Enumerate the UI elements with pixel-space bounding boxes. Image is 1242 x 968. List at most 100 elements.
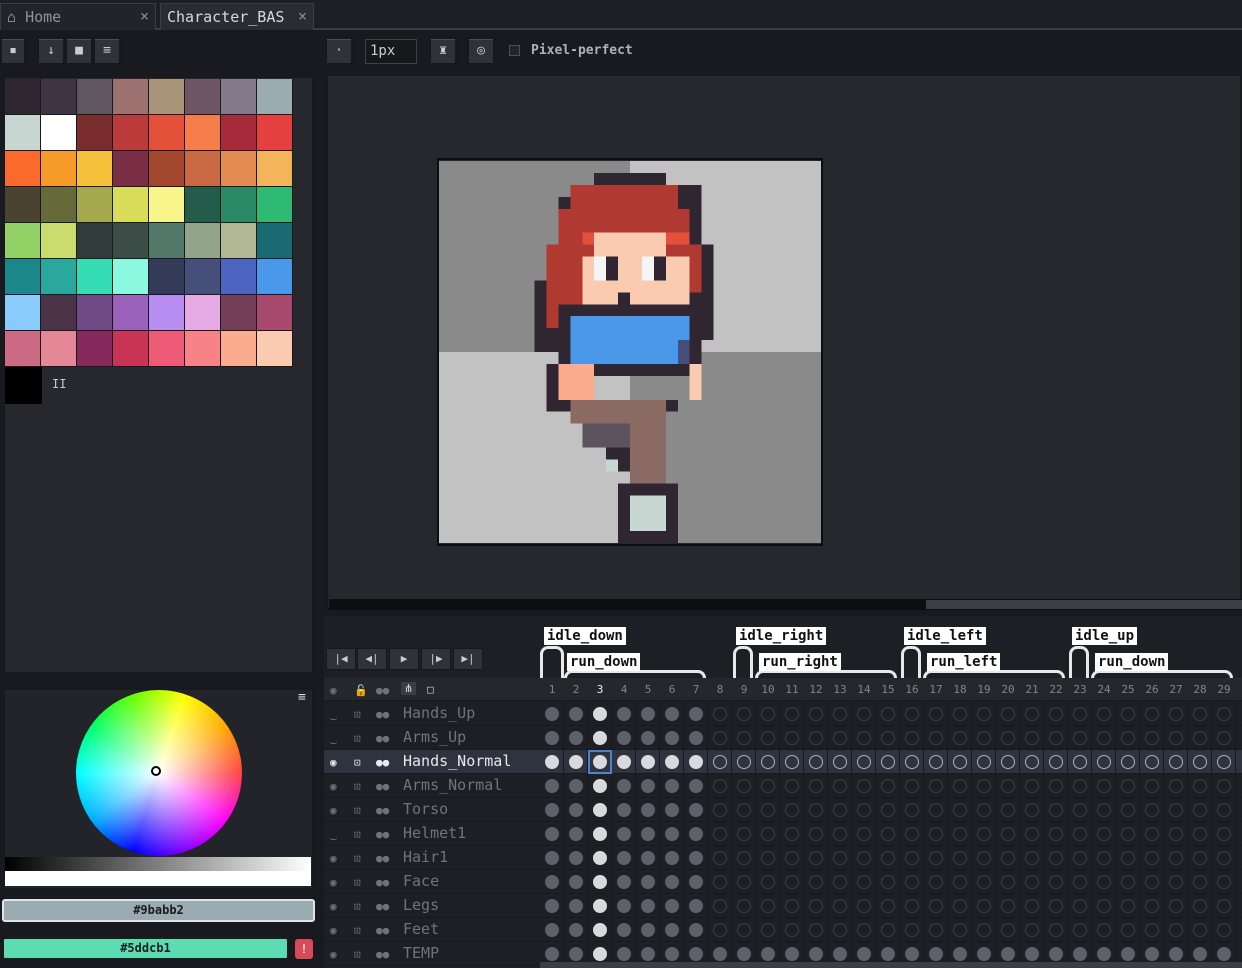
continuous-icon[interactable]: ●●: [376, 948, 389, 961]
palette-file-button[interactable]: ■: [65, 37, 93, 65]
palette-swatch[interactable]: [41, 151, 77, 187]
cel[interactable]: [1188, 846, 1212, 870]
layer-name[interactable]: TEMP: [403, 944, 439, 962]
cel[interactable]: [1092, 726, 1116, 750]
cel[interactable]: [1164, 726, 1188, 750]
cel[interactable]: [972, 870, 996, 894]
tag-run-down[interactable]: run_down: [567, 653, 641, 671]
palette-swatch[interactable]: [77, 115, 113, 151]
cel[interactable]: [612, 870, 636, 894]
cel[interactable]: [612, 726, 636, 750]
frame-number[interactable]: 16: [900, 683, 924, 696]
lock-header-icon[interactable]: 🔓: [354, 684, 368, 697]
value-slider[interactable]: [5, 857, 311, 871]
cel[interactable]: [876, 822, 900, 846]
frame-number[interactable]: 13: [828, 683, 852, 696]
cel[interactable]: [1164, 822, 1188, 846]
palette-swatch[interactable]: [257, 259, 293, 295]
cel[interactable]: [660, 702, 684, 726]
cel[interactable]: [1068, 726, 1092, 750]
cel[interactable]: [996, 726, 1020, 750]
cel[interactable]: [1140, 774, 1164, 798]
cel[interactable]: [612, 846, 636, 870]
cel[interactable]: [1068, 750, 1092, 774]
layer-name[interactable]: Torso: [403, 800, 448, 818]
first-frame-button[interactable]: |◀: [326, 648, 356, 670]
cel[interactable]: [684, 846, 708, 870]
cel[interactable]: [900, 870, 924, 894]
cel[interactable]: [636, 822, 660, 846]
cel[interactable]: [948, 702, 972, 726]
tag-run-right[interactable]: run_right: [759, 653, 841, 671]
palette-swatch[interactable]: [149, 223, 185, 259]
frame-number[interactable]: 19: [972, 683, 996, 696]
cel[interactable]: [708, 798, 732, 822]
palette-swatch[interactable]: [113, 187, 149, 223]
palette-swatch[interactable]: [185, 187, 221, 223]
palette-swatch[interactable]: [41, 259, 77, 295]
eye-icon[interactable]: ◉: [330, 924, 337, 937]
cel[interactable]: [828, 774, 852, 798]
palette-swatch[interactable]: [5, 223, 41, 259]
cel[interactable]: [1020, 846, 1044, 870]
cel[interactable]: [996, 870, 1020, 894]
lock-icon[interactable]: ⊡: [354, 732, 361, 745]
palette-menu-button[interactable]: ≡: [93, 37, 121, 65]
cel[interactable]: [660, 918, 684, 942]
cel[interactable]: [708, 702, 732, 726]
palette-swatch[interactable]: [41, 295, 77, 331]
cel[interactable]: [900, 918, 924, 942]
cel[interactable]: [900, 750, 924, 774]
cel[interactable]: [588, 750, 612, 774]
palette-swatch[interactable]: [221, 331, 257, 367]
cel[interactable]: [1116, 870, 1140, 894]
palette-swatch[interactable]: [113, 223, 149, 259]
cel[interactable]: [1092, 894, 1116, 918]
cel[interactable]: [1212, 822, 1236, 846]
cel[interactable]: [708, 774, 732, 798]
cel[interactable]: [876, 750, 900, 774]
cel[interactable]: [636, 870, 660, 894]
cel[interactable]: [1212, 726, 1236, 750]
lock-icon[interactable]: ⊡: [354, 756, 361, 769]
cel[interactable]: [684, 774, 708, 798]
cel[interactable]: [1020, 894, 1044, 918]
cel[interactable]: [852, 750, 876, 774]
lock-icon[interactable]: ⊡: [354, 900, 361, 913]
cel[interactable]: [1116, 894, 1140, 918]
cel[interactable]: [924, 822, 948, 846]
frame-number[interactable]: 10: [756, 683, 780, 696]
palette-swatch[interactable]: [77, 223, 113, 259]
cel[interactable]: [780, 894, 804, 918]
cel[interactable]: [732, 918, 756, 942]
cel[interactable]: [660, 822, 684, 846]
timeline-hscrollbar[interactable]: [540, 962, 1242, 968]
cel[interactable]: [1116, 822, 1140, 846]
cel[interactable]: [588, 726, 612, 750]
cel[interactable]: [1092, 798, 1116, 822]
eye-icon[interactable]: ◉: [330, 804, 337, 817]
eye-header-icon[interactable]: ◉: [330, 684, 337, 697]
cel[interactable]: [1044, 774, 1068, 798]
palette-swatch[interactable]: [221, 79, 257, 115]
frame-number[interactable]: 9: [732, 683, 756, 696]
cel[interactable]: [540, 798, 564, 822]
cel[interactable]: [1116, 702, 1140, 726]
continuous-icon[interactable]: ●●: [376, 708, 389, 721]
cel[interactable]: [732, 750, 756, 774]
cel[interactable]: [636, 918, 660, 942]
palette-swatch[interactable]: [221, 259, 257, 295]
cel[interactable]: [1068, 822, 1092, 846]
cel[interactable]: [948, 822, 972, 846]
continuous-icon[interactable]: ●●: [376, 780, 389, 793]
palette-swatch[interactable]: [185, 79, 221, 115]
palette-download-button[interactable]: ↓: [37, 37, 65, 65]
cel[interactable]: [636, 726, 660, 750]
cel[interactable]: [1188, 894, 1212, 918]
cel[interactable]: [1188, 822, 1212, 846]
color-wheel-cursor[interactable]: [151, 766, 161, 776]
cel[interactable]: [852, 726, 876, 750]
lock-icon[interactable]: ⊡: [354, 948, 361, 961]
cel[interactable]: [1212, 774, 1236, 798]
cel[interactable]: [1188, 750, 1212, 774]
